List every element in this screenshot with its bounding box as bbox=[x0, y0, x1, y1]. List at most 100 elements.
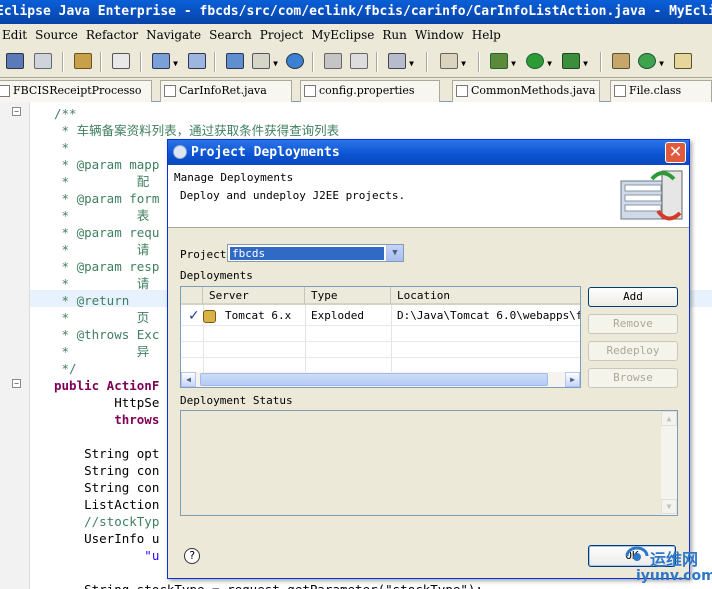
fold-collapse-icon[interactable]: − bbox=[12, 107, 21, 116]
grid-line bbox=[181, 341, 580, 342]
run-icon[interactable]: ▼ bbox=[526, 53, 552, 69]
menu-item-refactor[interactable]: Refactor bbox=[84, 28, 138, 42]
print-icon[interactable] bbox=[34, 53, 52, 69]
grid-line bbox=[181, 357, 580, 358]
code-line: UserInfo u bbox=[54, 531, 160, 546]
header-description: Deploy and undeploy J2EE projects. bbox=[180, 189, 406, 202]
deployment-status-area[interactable]: ▲ ▼ bbox=[180, 410, 678, 516]
code-line: * @param mapp bbox=[54, 157, 160, 172]
package-icon[interactable] bbox=[74, 53, 92, 69]
type-cell: Exploded bbox=[311, 309, 364, 322]
close-button[interactable]: ✕ bbox=[665, 142, 686, 163]
fold-collapse-icon[interactable]: − bbox=[12, 379, 21, 388]
code-line: * 页 bbox=[54, 310, 150, 325]
checkmark-icon: ✓ bbox=[188, 308, 200, 324]
globe-icon[interactable] bbox=[286, 53, 304, 69]
new-wizard-icon[interactable]: ▼ bbox=[440, 53, 466, 69]
deployment-status-label: Deployment Status bbox=[180, 394, 293, 407]
toolbar-separator bbox=[100, 52, 102, 72]
tab-config-properties[interactable]: config.properties bbox=[300, 80, 440, 102]
open-type-icon[interactable] bbox=[674, 53, 692, 69]
vertical-scrollbar[interactable]: ▲ ▼ bbox=[661, 411, 677, 515]
code-line: * @return bbox=[54, 293, 130, 308]
column-header-server[interactable]: Server bbox=[203, 287, 305, 305]
browse-button[interactable]: Browse bbox=[588, 368, 678, 388]
redeploy-button[interactable]: Redeploy bbox=[588, 341, 678, 361]
server-icon[interactable]: ▼ bbox=[252, 53, 278, 69]
external-tools-icon[interactable]: ▼ bbox=[562, 53, 588, 69]
code-line: * @throws Exc bbox=[54, 327, 160, 342]
scroll-left-icon[interactable]: ◀ bbox=[181, 372, 196, 387]
debug-icon[interactable]: ▼ bbox=[490, 53, 516, 69]
java-file-icon bbox=[0, 85, 10, 97]
new-class-icon[interactable]: ▼ bbox=[638, 53, 664, 69]
toolbar-separator bbox=[62, 52, 64, 72]
menu-item-run[interactable]: Run bbox=[380, 28, 407, 42]
menu-item-project[interactable]: Project bbox=[258, 28, 303, 42]
tab-common-methods[interactable]: CommonMethods.java bbox=[452, 80, 600, 102]
window-title: Eclipse Java Enterprise - fbcds/src/com/… bbox=[0, 4, 712, 19]
menu-item-myeclipse[interactable]: MyEclipse bbox=[309, 28, 374, 42]
menu-item-source[interactable]: Source bbox=[33, 28, 78, 42]
code-line: String con bbox=[54, 463, 160, 478]
scroll-right-icon[interactable]: ▶ bbox=[565, 372, 580, 387]
code-line: * 配 bbox=[54, 174, 150, 189]
deployments-table[interactable]: Server Type Location ✓ Tomcat 6.x Explod… bbox=[180, 286, 581, 388]
scroll-down-icon[interactable]: ▼ bbox=[661, 499, 677, 514]
menu-item-edit[interactable]: Edit bbox=[0, 28, 27, 42]
menu-bar: Edit Source Refactor Navigate Search Project M… bbox=[0, 24, 712, 46]
toolbar-separator bbox=[140, 52, 142, 72]
code-line: String con bbox=[54, 480, 160, 495]
code-line: * @param requ bbox=[54, 225, 160, 240]
deploy-icon[interactable] bbox=[226, 53, 244, 69]
new-java-package-icon[interactable] bbox=[612, 53, 630, 69]
calendar-icon[interactable] bbox=[112, 53, 130, 69]
menu-item-search[interactable]: Search bbox=[207, 28, 252, 42]
watermark-swirl-icon bbox=[625, 546, 649, 561]
scroll-up-icon[interactable]: ▲ bbox=[661, 411, 677, 426]
tab-file-class[interactable]: File.class bbox=[610, 80, 712, 102]
code-line: HttpSe bbox=[54, 395, 160, 410]
dialog-title: Project Deployments bbox=[191, 145, 340, 160]
code-line: */ bbox=[54, 361, 77, 376]
horizontal-scrollbar[interactable]: ◀ ▶ bbox=[181, 372, 580, 387]
search-icon[interactable] bbox=[188, 53, 206, 69]
editor-tabs: FBCISReceiptProcesso CarInfoRet.java con… bbox=[0, 78, 712, 102]
menu-item-help[interactable]: Help bbox=[470, 28, 501, 42]
database-icon[interactable]: ▼ bbox=[388, 53, 414, 69]
toolbar-separator bbox=[214, 52, 216, 72]
remove-button[interactable]: Remove bbox=[588, 314, 678, 334]
toolbar-separator bbox=[478, 52, 480, 72]
column-header-blank bbox=[181, 287, 203, 305]
code-line: * 车辆备案资料列表，通过获取条件获得查询列表 bbox=[54, 123, 340, 138]
toolbar-separator bbox=[426, 52, 428, 72]
code-line: String opt bbox=[54, 446, 160, 461]
window-titlebar: Eclipse Java Enterprise - fbcds/src/com/… bbox=[0, 0, 712, 24]
chevron-down-icon[interactable]: ▼ bbox=[386, 245, 403, 261]
add-button[interactable]: Add bbox=[588, 287, 678, 307]
deployments-label: Deployments bbox=[180, 269, 253, 282]
project-label: Project bbox=[180, 248, 227, 261]
properties-file-icon bbox=[304, 85, 316, 97]
column-header-location[interactable]: Location bbox=[391, 287, 580, 305]
open-folder-icon[interactable] bbox=[324, 53, 342, 69]
watermark-logo: 运维网 iyunv.com bbox=[600, 542, 712, 589]
scroll-thumb[interactable] bbox=[200, 373, 548, 386]
java-file-icon bbox=[164, 85, 176, 97]
code-line: * @param resp bbox=[54, 259, 160, 274]
menu-item-window[interactable]: Window bbox=[413, 28, 464, 42]
code-line: * 表 bbox=[54, 208, 150, 223]
eclipse-icon bbox=[173, 145, 187, 159]
column-header-type[interactable]: Type bbox=[305, 287, 391, 305]
wand-icon[interactable]: ▼ bbox=[152, 53, 178, 69]
code-line: * 异 bbox=[54, 344, 150, 359]
new-icon[interactable] bbox=[350, 53, 368, 69]
save-icon[interactable] bbox=[6, 53, 24, 69]
menu-item-navigate[interactable]: Navigate bbox=[144, 28, 201, 42]
tab-fbcis-receipt[interactable]: FBCISReceiptProcesso bbox=[0, 80, 152, 102]
help-icon[interactable]: ? bbox=[184, 548, 200, 564]
code-line: * 请 bbox=[54, 242, 150, 257]
tab-carinforet[interactable]: CarInfoRet.java bbox=[160, 80, 292, 102]
project-select[interactable]: fbcds ▼ bbox=[227, 244, 404, 262]
watermark-site: iyunv.com bbox=[636, 568, 712, 584]
